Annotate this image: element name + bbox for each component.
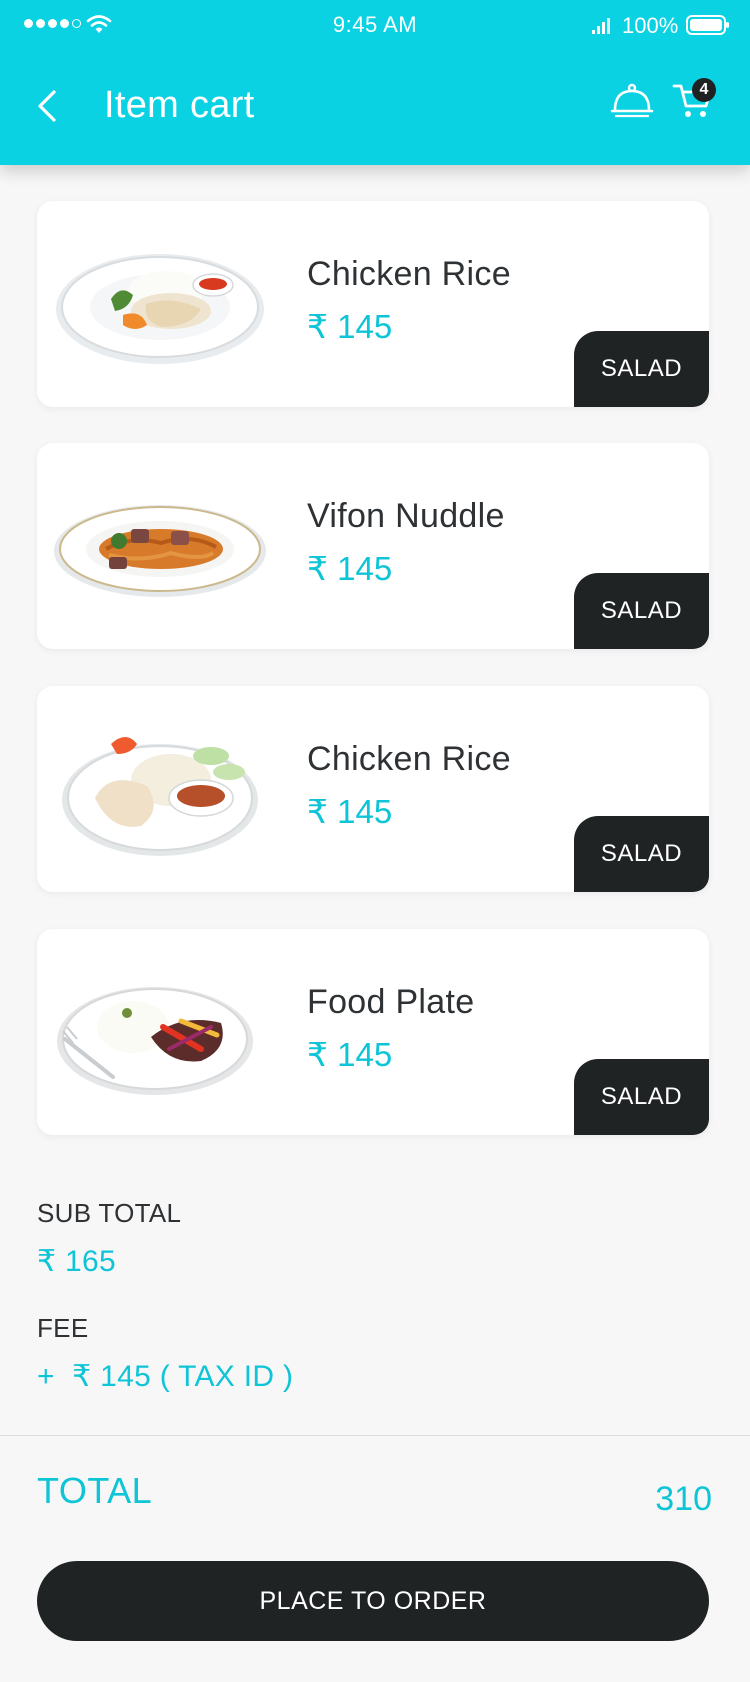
- cart-button[interactable]: 4: [672, 78, 720, 122]
- page-title: Item cart: [104, 84, 255, 126]
- fee-label: FEE: [37, 1313, 89, 1343]
- item-price: ₹ 145: [307, 308, 393, 345]
- cart-item[interactable]: Vifon Nuddle ₹ 145 SALAD: [37, 443, 709, 649]
- item-price: ₹ 145: [307, 793, 393, 830]
- food-image: [57, 987, 253, 1095]
- cart-item[interactable]: Chicken Rice ₹ 145 SALAD: [37, 201, 709, 407]
- cart-item[interactable]: Food Plate ₹ 145 SALAD: [37, 929, 709, 1135]
- top-header: 9:45 AM 100% Item cart 4: [0, 0, 750, 165]
- app-bar: Item cart 4: [0, 50, 750, 165]
- item-name: Vifon Nuddle: [307, 497, 505, 535]
- battery-icon: [686, 15, 729, 35]
- item-name: Chicken Rice: [307, 255, 511, 293]
- item-name: Food Plate: [307, 983, 475, 1021]
- fee-value: + ₹ 145 ( TAX ID ): [37, 1360, 294, 1393]
- item-category-tag[interactable]: SALAD: [574, 816, 709, 892]
- battery-percentage: 100%: [622, 13, 679, 38]
- status-bar: 9:45 AM 100%: [0, 0, 750, 50]
- food-image: [62, 737, 258, 856]
- cart-item[interactable]: Chicken Rice ₹ 145 SALAD: [37, 686, 709, 892]
- item-name: Chicken Rice: [307, 740, 511, 778]
- back-icon[interactable]: [32, 86, 62, 126]
- subtotal-value: ₹ 165: [37, 1245, 116, 1278]
- place-order-button[interactable]: PLACE TO ORDER: [37, 1561, 709, 1641]
- item-price: ₹ 145: [307, 1036, 393, 1073]
- total-label: TOTAL: [37, 1470, 153, 1511]
- divider: [0, 1435, 750, 1436]
- cart-count-badge: 4: [692, 78, 716, 102]
- cellular-icon: [592, 18, 610, 34]
- item-category-tag[interactable]: SALAD: [574, 1059, 709, 1135]
- subtotal-label: SUB TOTAL: [37, 1198, 182, 1228]
- item-price: ₹ 145: [307, 550, 393, 587]
- total-value: 310: [655, 1480, 712, 1518]
- food-image: [54, 505, 266, 597]
- food-dish-icon[interactable]: [610, 80, 654, 120]
- item-category-tag[interactable]: SALAD: [574, 573, 709, 649]
- food-image: [56, 254, 264, 364]
- item-category-tag[interactable]: SALAD: [574, 331, 709, 407]
